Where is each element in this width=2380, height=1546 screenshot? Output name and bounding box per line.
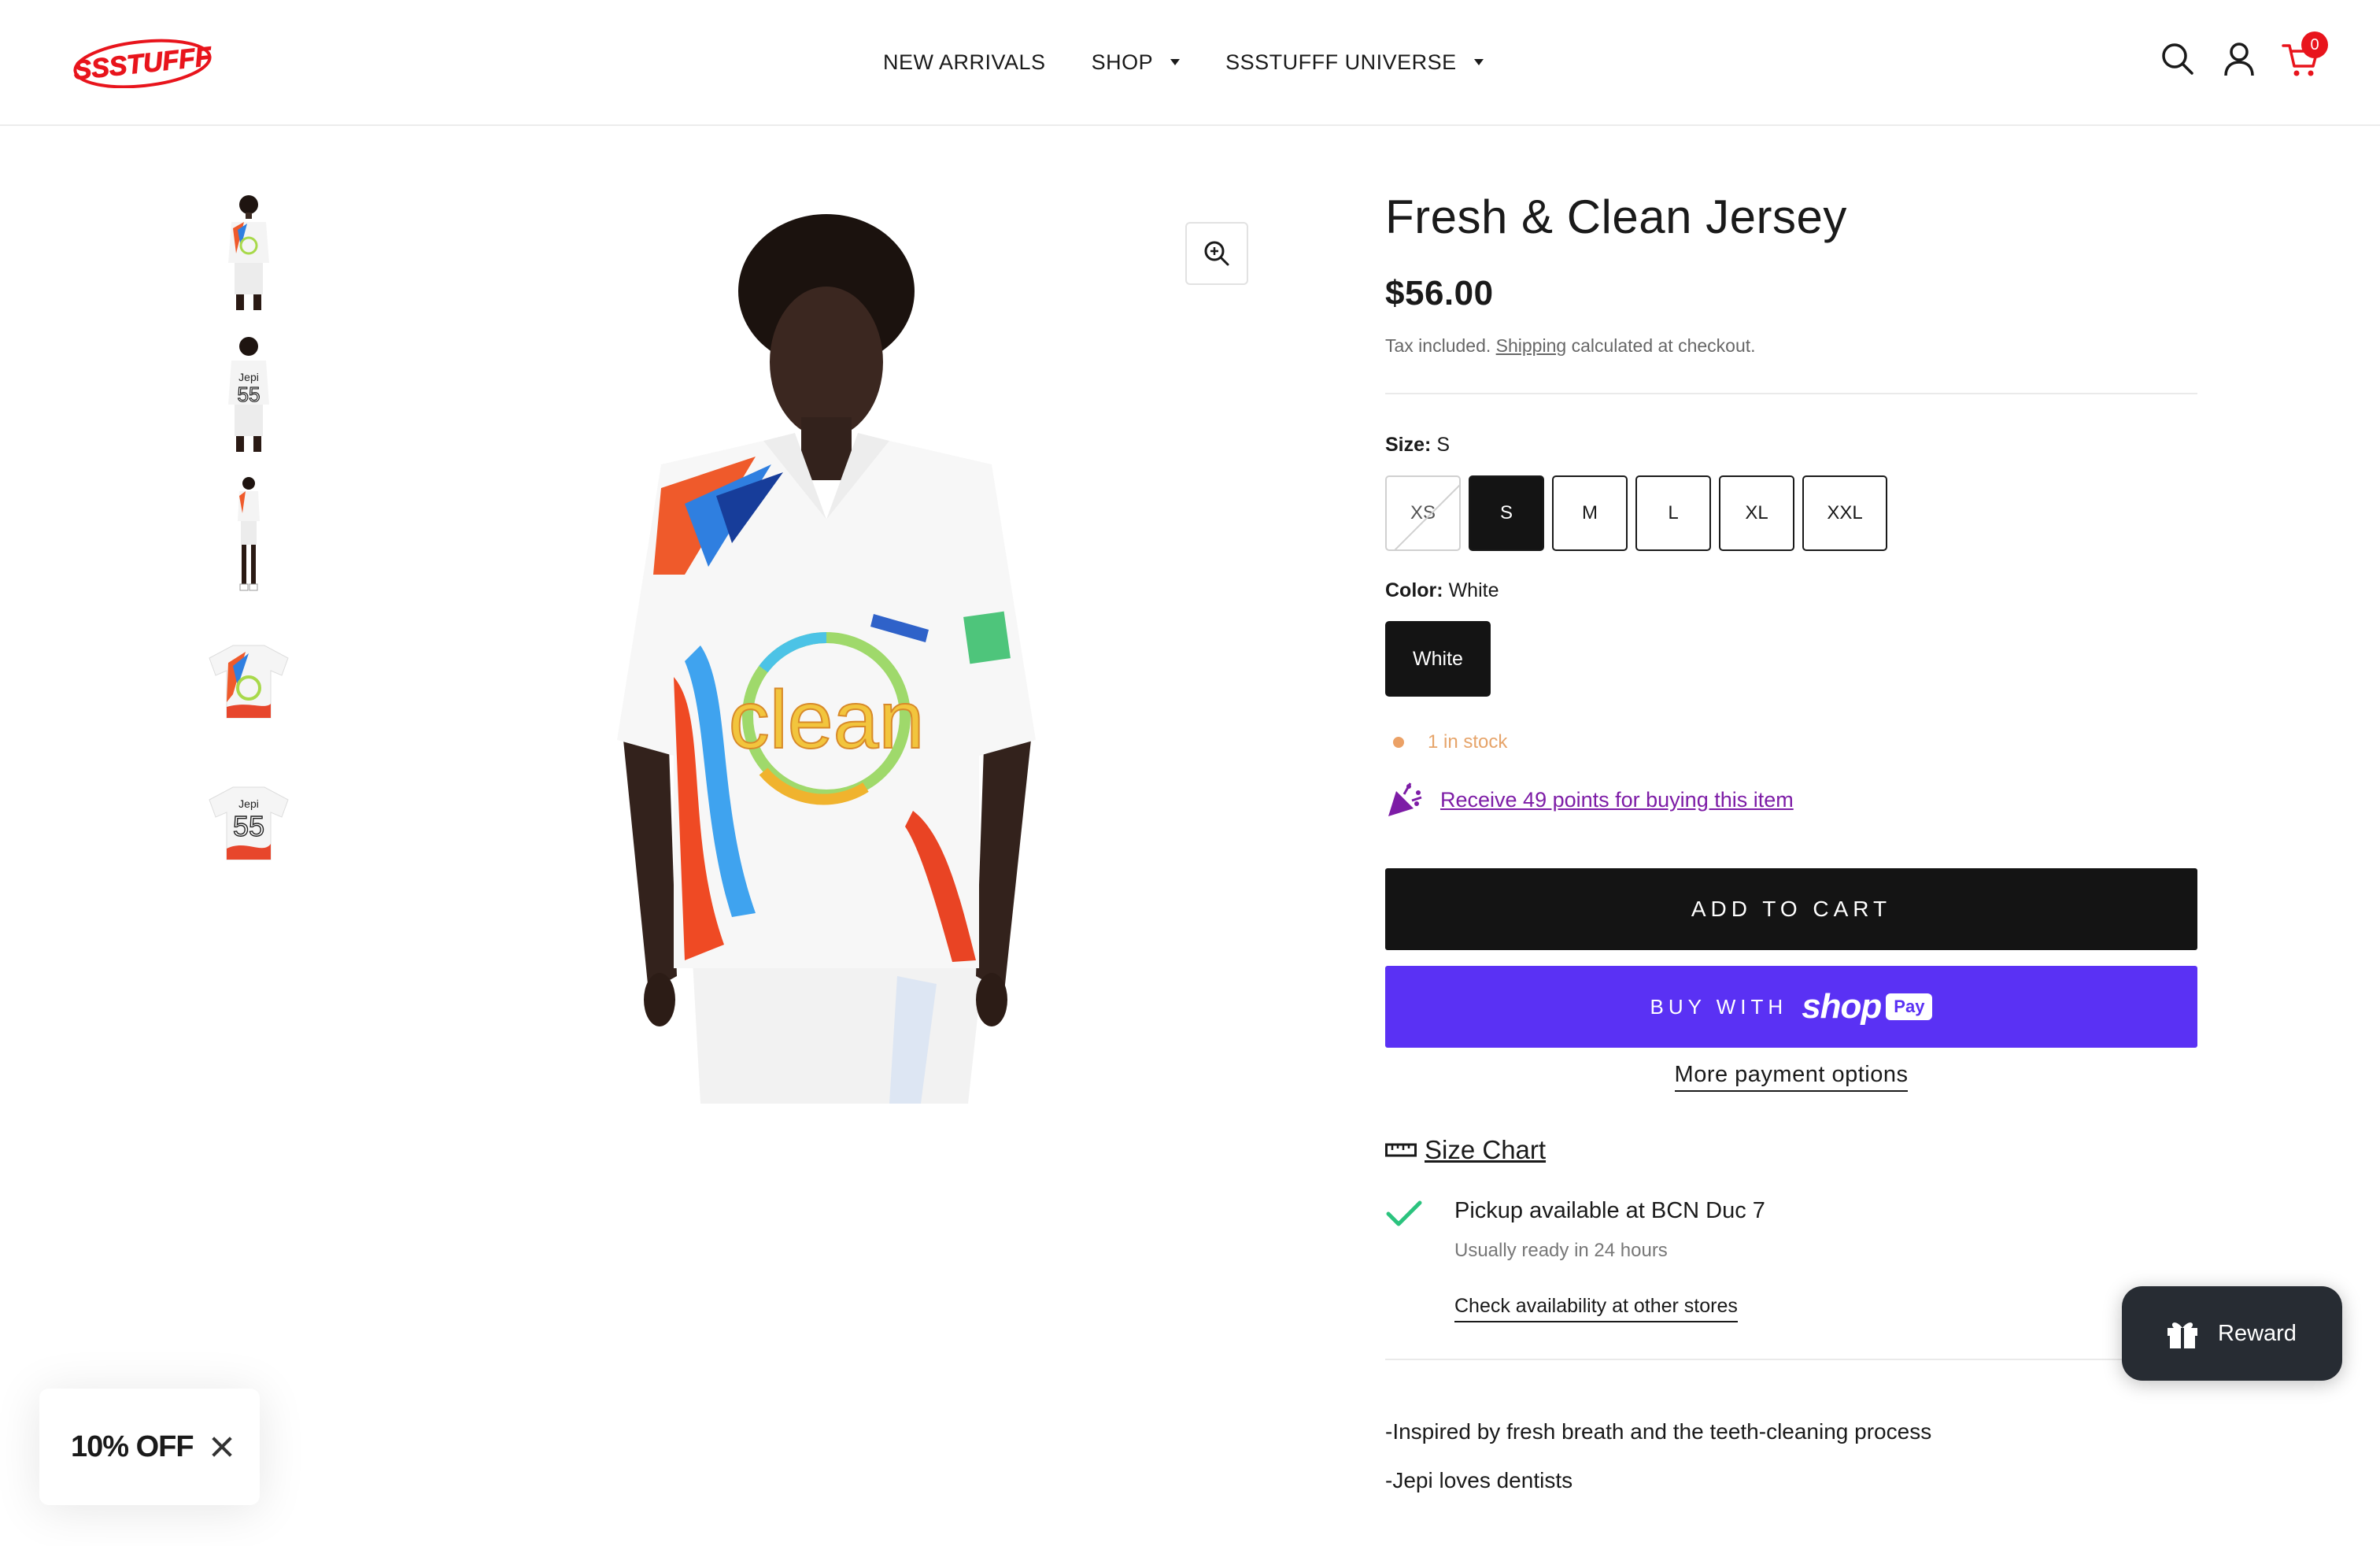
pay-pill: Pay (1886, 993, 1933, 1020)
tax-suffix: calculated at checkout. (1571, 335, 1756, 356)
size-option-s[interactable]: S (1469, 475, 1544, 551)
shipping-link[interactable]: Shipping (1496, 335, 1567, 356)
size-selector: XS S M L XL XXL (1385, 475, 2197, 551)
pickup-main-text: Pickup available at BCN Duc 7 (1454, 1198, 1765, 1223)
site-header: SSSTUFFF NEW ARRIVALS SHOP SSSTUFFF UNIV… (0, 0, 2380, 126)
reward-points: Receive 49 points for buying this item (1385, 780, 2197, 819)
divider (1385, 393, 2197, 394)
product-description: -Inspired by fresh breath and the teeth-… (1385, 1407, 2197, 1505)
size-option-label: Size: S (1385, 434, 2197, 457)
checkmark-icon (1386, 1200, 1422, 1226)
product-price: $56.00 (1385, 274, 1494, 313)
thumbnail-back-model[interactable]: Jepi 55 (198, 331, 299, 460)
stock-dot-icon (1393, 737, 1404, 748)
size-option-xs[interactable]: XS (1385, 475, 1461, 551)
logo-text: SSSTUFFF (72, 42, 213, 86)
nav-new-arrivals[interactable]: NEW ARRIVALS (883, 50, 1046, 75)
thumbnail-flat-back[interactable]: Jepi 55 (198, 756, 299, 885)
main-product-image[interactable]: clean (567, 205, 1086, 1104)
account-icon[interactable] (2219, 39, 2259, 79)
description-line: -Jepi loves dentists (1385, 1468, 1573, 1492)
jersey-clean-text: clean (729, 675, 925, 766)
tax-note: Tax included. Shipping calculated at che… (1385, 335, 2197, 357)
more-payment-options-link[interactable]: More payment options (1674, 1062, 1909, 1092)
pickup-sub-text: Usually ready in 24 hours (1454, 1240, 1668, 1261)
discount-text: 10% OFF (71, 1429, 194, 1463)
thumb-back-number: 55 (238, 383, 261, 406)
stock-status: 1 in stock (1385, 731, 2197, 753)
color-option-label: Color: White (1385, 579, 2197, 602)
more-payment-wrapper: More payment options (1385, 1062, 2197, 1092)
zoom-in-icon (1204, 241, 1229, 266)
color-option-white[interactable]: White (1385, 621, 1491, 697)
discount-popup[interactable]: 10% OFF (39, 1389, 260, 1505)
size-chart-link[interactable]: Size Chart (1425, 1135, 1546, 1165)
shop-pay-logo: shop (1802, 987, 1882, 1026)
caret-down-icon (1170, 59, 1181, 65)
size-option-xl[interactable]: XL (1719, 475, 1794, 551)
main-nav: NEW ARRIVALS SHOP SSSTUFFF UNIVERSE (883, 44, 1529, 80)
size-option-m[interactable]: M (1552, 475, 1628, 551)
cart-icon[interactable]: 0 (2281, 31, 2328, 79)
brand-logo[interactable]: SSSTUFFF (72, 38, 214, 89)
zoom-button[interactable] (1185, 222, 1248, 285)
size-chart: Size Chart (1385, 1135, 2197, 1165)
close-icon[interactable] (211, 1436, 233, 1458)
nav-label: SSSTUFFF UNIVERSE (1225, 50, 1457, 74)
size-option-l[interactable]: L (1635, 475, 1711, 551)
nav-shop[interactable]: SHOP (1092, 50, 1181, 75)
product-info: Fresh & Clean Jersey $56.00 Tax included… (1385, 189, 2197, 1505)
thumb-back-name: Jepi (238, 371, 259, 383)
shop-pay-button[interactable]: BUY WITH shop Pay (1385, 966, 2197, 1048)
size-label: Size: (1385, 434, 1432, 456)
thumbnail-front-model[interactable] (198, 189, 299, 318)
thumbnail-flat-front[interactable] (198, 614, 299, 743)
nav-label: SHOP (1091, 50, 1154, 74)
description-line: -Inspired by fresh breath and the teeth-… (1385, 1419, 1932, 1444)
ruler-icon (1385, 1143, 1417, 1157)
points-link[interactable]: Receive 49 points for buying this item (1440, 788, 1794, 812)
pickup-text: Pickup available at BCN Duc 7 Usually re… (1454, 1198, 1765, 1322)
divider (1385, 1359, 2197, 1360)
stock-text: 1 in stock (1428, 731, 1508, 753)
header-actions: 0 (2136, 31, 2328, 79)
party-popper-icon (1388, 782, 1422, 816)
thumbnail-list: Jepi 55 Jepi 55 (198, 189, 299, 897)
search-icon[interactable] (2158, 39, 2197, 79)
thumbnail-full-body[interactable] (198, 472, 299, 601)
gift-icon (2168, 1322, 2197, 1348)
check-availability-link[interactable]: Check availability at other stores (1454, 1295, 1738, 1322)
product-title: Fresh & Clean Jersey (1385, 190, 1847, 243)
thumb-flat-back-number: 55 (233, 810, 264, 842)
color-label: Color: (1385, 579, 1443, 601)
cart-count-badge: 0 (2301, 31, 2328, 58)
add-to-cart-button[interactable]: ADD TO CART (1385, 868, 2197, 950)
caret-down-icon (1473, 59, 1484, 65)
color-selected-value: White (1448, 579, 1499, 601)
reward-label: Reward (2218, 1320, 2297, 1346)
pickup-availability: Pickup available at BCN Duc 7 Usually re… (1385, 1198, 2197, 1322)
size-selected-value: S (1436, 434, 1450, 456)
nav-label: NEW ARRIVALS (883, 50, 1046, 74)
nav-universe[interactable]: SSSTUFFF UNIVERSE (1225, 50, 1484, 75)
reward-button[interactable]: Reward (2122, 1286, 2342, 1381)
buy-with-label: BUY WITH (1650, 994, 1788, 1019)
thumb-flat-back-name: Jepi (238, 797, 259, 810)
tax-prefix: Tax included. (1385, 335, 1491, 356)
size-option-xxl[interactable]: XXL (1802, 475, 1887, 551)
